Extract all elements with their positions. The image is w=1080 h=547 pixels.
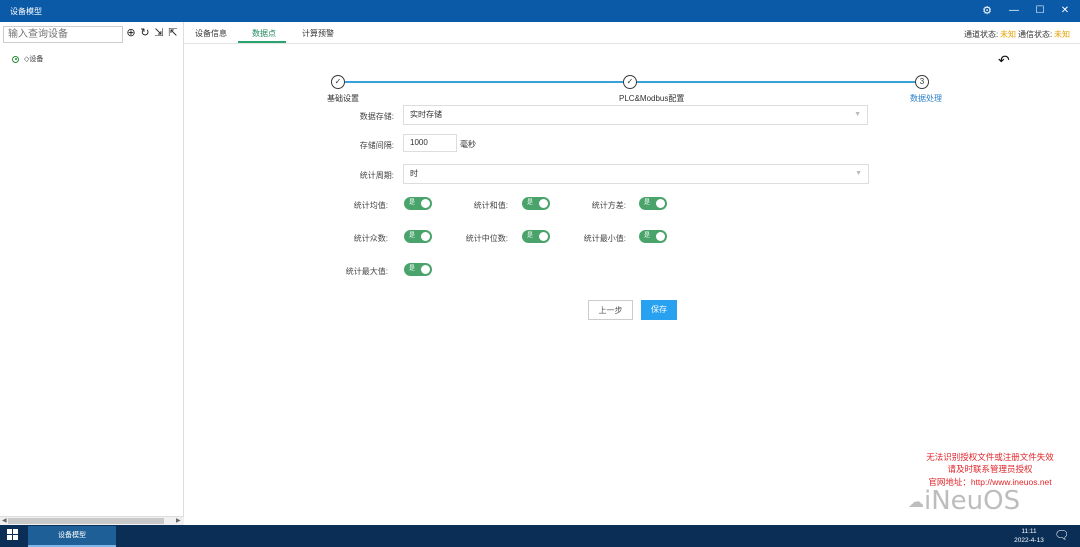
windows-start-icon[interactable]: [7, 529, 19, 541]
toggle-sum[interactable]: 是: [522, 197, 550, 210]
comm-status-value: 未知: [1054, 30, 1070, 39]
add-icon[interactable]: ⊕: [125, 27, 137, 39]
scroll-right-icon[interactable]: ▶: [176, 517, 181, 525]
interval-label: 存储间隔:: [359, 141, 394, 150]
minimize-button[interactable]: —: [1005, 3, 1023, 19]
scrollbar-thumb[interactable]: [8, 518, 164, 524]
tree-radio-icon[interactable]: [12, 55, 19, 63]
taskbar: 设备模型 11:11 2022-4-13 🗨: [0, 525, 1080, 547]
toggle-label-median: 统计中位数:: [465, 234, 508, 243]
step-2-label: PLC&Modbus配置: [619, 94, 685, 103]
refresh-icon[interactable]: ↻: [139, 27, 151, 39]
toggle-median-text: 是: [527, 233, 534, 239]
window-title: 设备模型: [10, 7, 42, 16]
step-1-check-icon: ✓: [331, 75, 345, 89]
interval-unit: 毫秒: [460, 140, 476, 149]
period-select[interactable]: 时 ▼: [403, 164, 869, 184]
toggle-label-sum: 统计和值:: [473, 201, 508, 210]
tree-node-label: 设备: [29, 56, 44, 63]
license-warning-line: 请及时联系管理员授权: [947, 464, 1033, 474]
settings-icon[interactable]: ⚙: [978, 3, 996, 19]
taskbar-clock[interactable]: 11:11 2022-4-13: [1012, 527, 1046, 545]
toggle-mode[interactable]: 是: [404, 230, 432, 243]
period-label: 统计周期:: [359, 171, 394, 180]
notification-icon[interactable]: 🗨: [1054, 528, 1069, 542]
toggle-max-text: 是: [409, 266, 416, 272]
window-titlebar: 设备模型 ⚙ — ☐ ✕: [0, 0, 1080, 22]
toggle-label-variance: 统计方差:: [591, 201, 626, 210]
close-button[interactable]: ✕: [1056, 3, 1074, 19]
tab-device-info[interactable]: 设备信息: [195, 28, 227, 43]
toggle-label-min: 统计最小值:: [583, 234, 626, 243]
step-1-label: 基础设置: [327, 94, 359, 103]
license-warning-line: 无法识别授权文件或注册文件失效: [926, 452, 1054, 462]
horizontal-scrollbar[interactable]: ◀ ▶: [0, 516, 184, 525]
chevron-down-icon: ▼: [854, 111, 861, 118]
import-icon[interactable]: ⇲: [153, 27, 165, 39]
back-arrow-icon[interactable]: ↶: [998, 52, 1010, 69]
clock-time: 11:11: [1021, 528, 1037, 535]
tab-calc-alert[interactable]: 计算预警: [302, 28, 334, 43]
taskbar-app-button[interactable]: 设备模型: [28, 526, 116, 547]
toggle-sum-text: 是: [527, 200, 534, 206]
device-search-input[interactable]: [3, 26, 123, 43]
step-connector: [637, 81, 915, 83]
channel-status-value: 未知: [1000, 30, 1016, 39]
step-3-number: 3: [915, 75, 929, 89]
toggle-min[interactable]: 是: [639, 230, 667, 243]
toggle-median[interactable]: 是: [522, 230, 550, 243]
device-tree-panel: ⊕ ↻ ⇲ ⇱ ◇设备 ◀ ▶: [0, 22, 184, 525]
period-select-value: 时: [410, 169, 418, 178]
storage-select-value: 实时存储: [410, 110, 442, 119]
step-2-check-icon: ✓: [623, 75, 637, 89]
toggle-min-text: 是: [644, 233, 651, 239]
save-button[interactable]: 保存: [641, 300, 677, 320]
toggle-variance[interactable]: 是: [639, 197, 667, 210]
toggle-label-mean: 统计均值:: [353, 201, 388, 210]
comm-status-label: 通信状态:: [1018, 30, 1053, 39]
watermark-text: iNeuOS: [924, 486, 1021, 516]
active-tab-indicator: [238, 41, 286, 43]
storage-label: 数据存储:: [359, 112, 394, 121]
toggle-variance-text: 是: [644, 200, 651, 206]
toggle-label-mode: 统计众数:: [353, 234, 388, 243]
interval-input[interactable]: 1000: [403, 134, 457, 152]
toggle-mean[interactable]: 是: [404, 197, 432, 210]
wechat-icon: ☁: [908, 492, 924, 511]
toggle-mode-text: 是: [409, 233, 416, 239]
toggle-mean-text: 是: [409, 200, 416, 206]
export-icon[interactable]: ⇱: [167, 27, 179, 39]
step-3-label: 数据处理: [910, 94, 942, 103]
step-connector: [345, 81, 623, 83]
toggle-label-max: 统计最大值:: [345, 267, 388, 276]
chevron-down-icon: ▼: [855, 170, 862, 177]
tree-node-device[interactable]: ◇设备: [12, 54, 43, 64]
prev-step-button[interactable]: 上一步: [588, 300, 633, 320]
tab-bar: 设备信息 数据点 计算预警 通道状态: 未知 通信状态: 未知: [184, 22, 1080, 44]
toggle-max[interactable]: 是: [404, 263, 432, 276]
maximize-button[interactable]: ☐: [1031, 3, 1049, 19]
scroll-left-icon[interactable]: ◀: [2, 517, 7, 525]
watermark-logo: ☁iNeuOS: [908, 486, 1020, 516]
storage-select[interactable]: 实时存储 ▼: [403, 105, 868, 125]
channel-status-label: 通道状态:: [964, 30, 999, 39]
clock-date: 2022-4-13: [1014, 537, 1044, 544]
